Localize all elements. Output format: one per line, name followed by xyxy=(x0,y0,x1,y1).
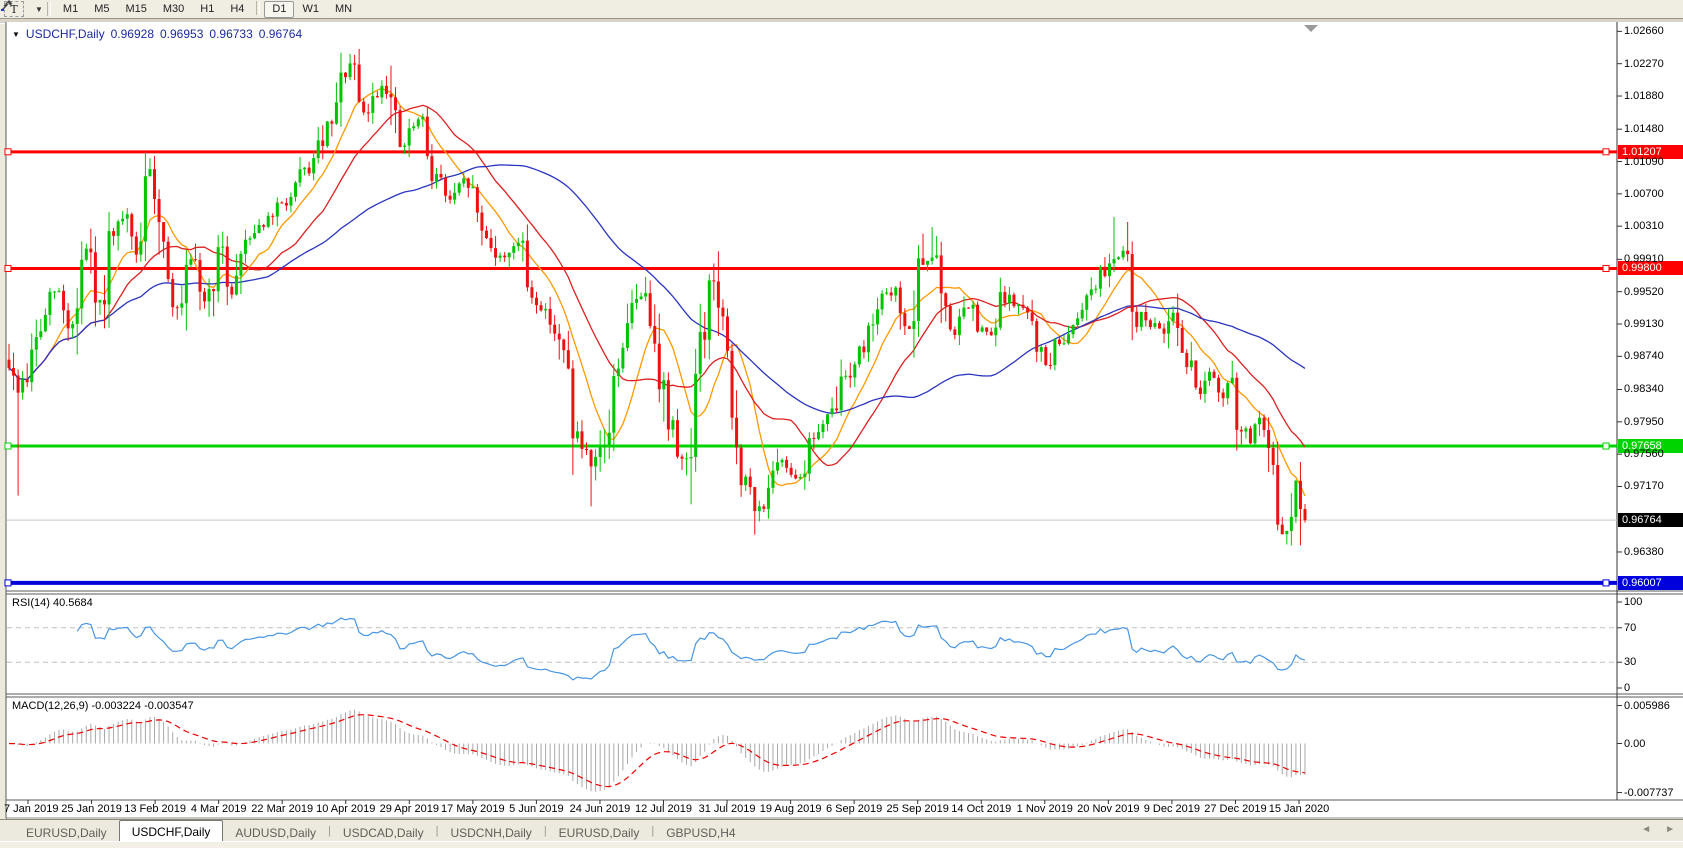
price-axis-tick-label: 0.98740 xyxy=(1624,350,1664,362)
date-axis-label: 15 Jan 2020 xyxy=(1269,803,1330,815)
candlestick-chart-canvas[interactable] xyxy=(0,0,1683,819)
price-axis-tick-label: 0.98340 xyxy=(1624,383,1664,395)
price-axis-tick-label: 1.02270 xyxy=(1624,58,1664,70)
line-handle[interactable] xyxy=(5,580,11,586)
date-axis-label: 6 Sep 2019 xyxy=(826,803,882,815)
chart-tab-USDCHF-Daily[interactable]: USDCHF,Daily xyxy=(119,820,224,842)
chart-symbol-period: USDCHF,Daily xyxy=(26,27,105,41)
tab-scroll-left-icon[interactable]: ◄ xyxy=(1641,824,1651,835)
date-axis-label: 29 Apr 2019 xyxy=(380,803,439,815)
tab-scroll-buttons: ◄ ► xyxy=(1641,824,1675,835)
line-handle[interactable] xyxy=(1603,149,1609,155)
symbol-tab-bar: EURUSD,DailyUSDCHF,DailyAUDUSD,Daily|USD… xyxy=(0,819,1683,842)
line-handle[interactable] xyxy=(5,265,11,271)
rsi-axis-tick-label: 70 xyxy=(1624,622,1636,634)
macd-axis-tick-label: -0.007737 xyxy=(1624,787,1674,799)
date-axis-label: 20 Nov 2019 xyxy=(1077,803,1139,815)
date-axis-label: 31 Jul 2019 xyxy=(699,803,756,815)
date-axis-label: 17 May 2019 xyxy=(441,803,505,815)
price-axis-tick-label: 1.01480 xyxy=(1624,123,1664,135)
price-axis-tick-label: 0.97170 xyxy=(1624,480,1664,492)
line-handle[interactable] xyxy=(1603,265,1609,271)
price-axis-tick-label: 0.96380 xyxy=(1624,546,1664,558)
line-handle[interactable] xyxy=(5,443,11,449)
rsi-axis-tick-label: 0 xyxy=(1624,682,1630,694)
macd-indicator-label: MACD(12,26,9) -0.003224 -0.003547 xyxy=(12,700,194,712)
ohlc-close: 0.96764 xyxy=(259,27,302,41)
date-axis-label: 1 Nov 2019 xyxy=(1017,803,1073,815)
chart-tab-EURUSD-Daily[interactable]: EURUSD,Daily xyxy=(14,823,119,842)
date-axis-label: 25 Jan 2019 xyxy=(61,803,122,815)
rsi-axis-tick-label: 30 xyxy=(1624,656,1636,668)
chart-title: ▼ USDCHF,Daily 0.96928 0.96953 0.96733 0… xyxy=(12,27,302,41)
line-handle[interactable] xyxy=(1603,580,1609,586)
price-line-label: 0.96007 xyxy=(1618,576,1683,590)
current-price-label: 0.96764 xyxy=(1618,513,1683,527)
date-axis-label: 22 Mar 2019 xyxy=(251,803,313,815)
macd-axis-tick-label: 0.005986 xyxy=(1624,700,1670,712)
date-axis-label: 27 Dec 2019 xyxy=(1204,803,1266,815)
price-axis-tick-label: 1.02660 xyxy=(1624,25,1664,37)
price-axis-tick-label: 0.99910 xyxy=(1624,253,1664,265)
rsi-axis-tick-label: 100 xyxy=(1624,596,1642,608)
collapse-triangle-icon[interactable]: ▼ xyxy=(12,30,20,39)
price-axis-tick-label: 0.97560 xyxy=(1624,448,1664,460)
date-axis-label: 13 Feb 2019 xyxy=(124,803,186,815)
price-axis-tick-label: 1.01880 xyxy=(1624,90,1664,102)
date-axis-label: 5 Jun 2019 xyxy=(509,803,563,815)
date-axis-label: 24 Jun 2019 xyxy=(570,803,631,815)
ohlc-low: 0.96733 xyxy=(209,27,252,41)
chart-tab-AUDUSD-Daily[interactable]: AUDUSD,Daily xyxy=(223,823,328,842)
price-axis-tick-label: 1.01090 xyxy=(1624,156,1664,168)
price-axis-tick-label: 0.97950 xyxy=(1624,416,1664,428)
line-handle[interactable] xyxy=(5,149,11,155)
ohlc-high: 0.96953 xyxy=(160,27,203,41)
price-axis-tick-label: 0.99520 xyxy=(1624,286,1664,298)
date-axis-label: 10 Apr 2019 xyxy=(316,803,375,815)
price-axis-tick-label: 1.00310 xyxy=(1624,220,1664,232)
macd-axis-tick-label: 0.00 xyxy=(1624,738,1645,750)
date-axis-label: 25 Sep 2019 xyxy=(886,803,948,815)
date-axis-label: 19 Aug 2019 xyxy=(760,803,822,815)
chart-tab-GBPUSD-H4[interactable]: GBPUSD,H4 xyxy=(654,823,747,842)
rsi-indicator-label: RSI(14) 40.5684 xyxy=(12,597,93,609)
line-handle[interactable] xyxy=(1603,443,1609,449)
price-axis-tick-label: 1.00700 xyxy=(1624,188,1664,200)
tab-scroll-right-icon[interactable]: ► xyxy=(1665,824,1675,835)
ohlc-open: 0.96928 xyxy=(111,27,154,41)
date-axis-label: 14 Oct 2019 xyxy=(951,803,1011,815)
chart-tab-USDCNH-Daily[interactable]: USDCNH,Daily xyxy=(438,823,543,842)
chart-tab-USDCAD-Daily[interactable]: USDCAD,Daily xyxy=(331,823,436,842)
date-axis-label: 4 Mar 2019 xyxy=(191,803,247,815)
date-axis-label: 7 Jan 2019 xyxy=(4,803,58,815)
date-axis-label: 9 Dec 2019 xyxy=(1144,803,1200,815)
chart-tab-EURUSD-Daily[interactable]: EURUSD,Daily xyxy=(547,823,652,842)
price-axis-tick-label: 0.99130 xyxy=(1624,318,1664,330)
date-axis-label: 12 Jul 2019 xyxy=(635,803,692,815)
